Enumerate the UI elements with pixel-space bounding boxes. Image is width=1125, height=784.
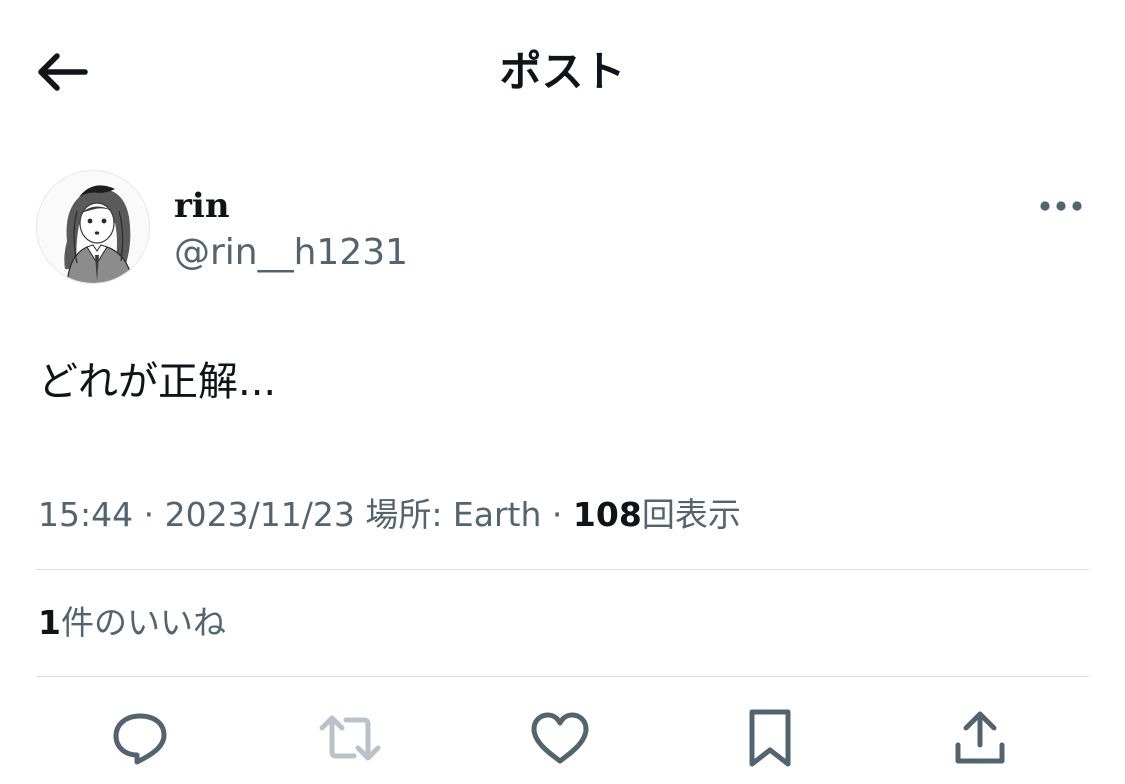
likes-label: 件のいいね (60, 603, 226, 642)
post-location: 場所: Earth (365, 495, 542, 534)
divider (36, 676, 1089, 677)
page-title: ポスト (499, 47, 626, 96)
reply-button[interactable] (108, 706, 172, 770)
divider (36, 569, 1089, 570)
repost-icon (319, 715, 381, 761)
author-display-name[interactable]: rin (174, 186, 230, 226)
share-icon (955, 711, 1005, 764)
meta-separator: · (143, 495, 155, 534)
post-metadata: 15:44 · 2023/11/23 場所: Earth · 108回表示 (38, 494, 741, 536)
bookmark-button[interactable] (738, 706, 802, 770)
likes-count: 1 (38, 603, 61, 642)
more-options-button[interactable] (1033, 188, 1089, 224)
top-nav-bar: ポスト (0, 0, 1125, 140)
post-body-text: どれが正解... (38, 359, 277, 405)
likes-summary[interactable]: 1件のいいね (38, 602, 226, 644)
meta-separator: · (551, 495, 563, 534)
like-icon (531, 712, 589, 764)
post-time[interactable]: 15:44 (38, 495, 133, 534)
repost-button[interactable] (318, 706, 382, 770)
post-author: rin @rin__h1231 (36, 170, 1089, 290)
like-button[interactable] (528, 706, 592, 770)
share-button[interactable] (948, 706, 1012, 770)
author-handle[interactable]: @rin__h1231 (174, 232, 408, 273)
bookmark-icon (749, 709, 791, 767)
post-date[interactable]: 2023/11/23 (165, 495, 355, 534)
reply-icon (113, 713, 167, 765)
avatar-illustration (37, 171, 149, 283)
avatar[interactable] (36, 170, 150, 284)
post-action-bar (0, 700, 1125, 784)
more-horizontal-icon (1040, 201, 1082, 211)
views-count[interactable]: 108 (573, 495, 642, 534)
views-label[interactable]: 回表示 (642, 495, 741, 534)
